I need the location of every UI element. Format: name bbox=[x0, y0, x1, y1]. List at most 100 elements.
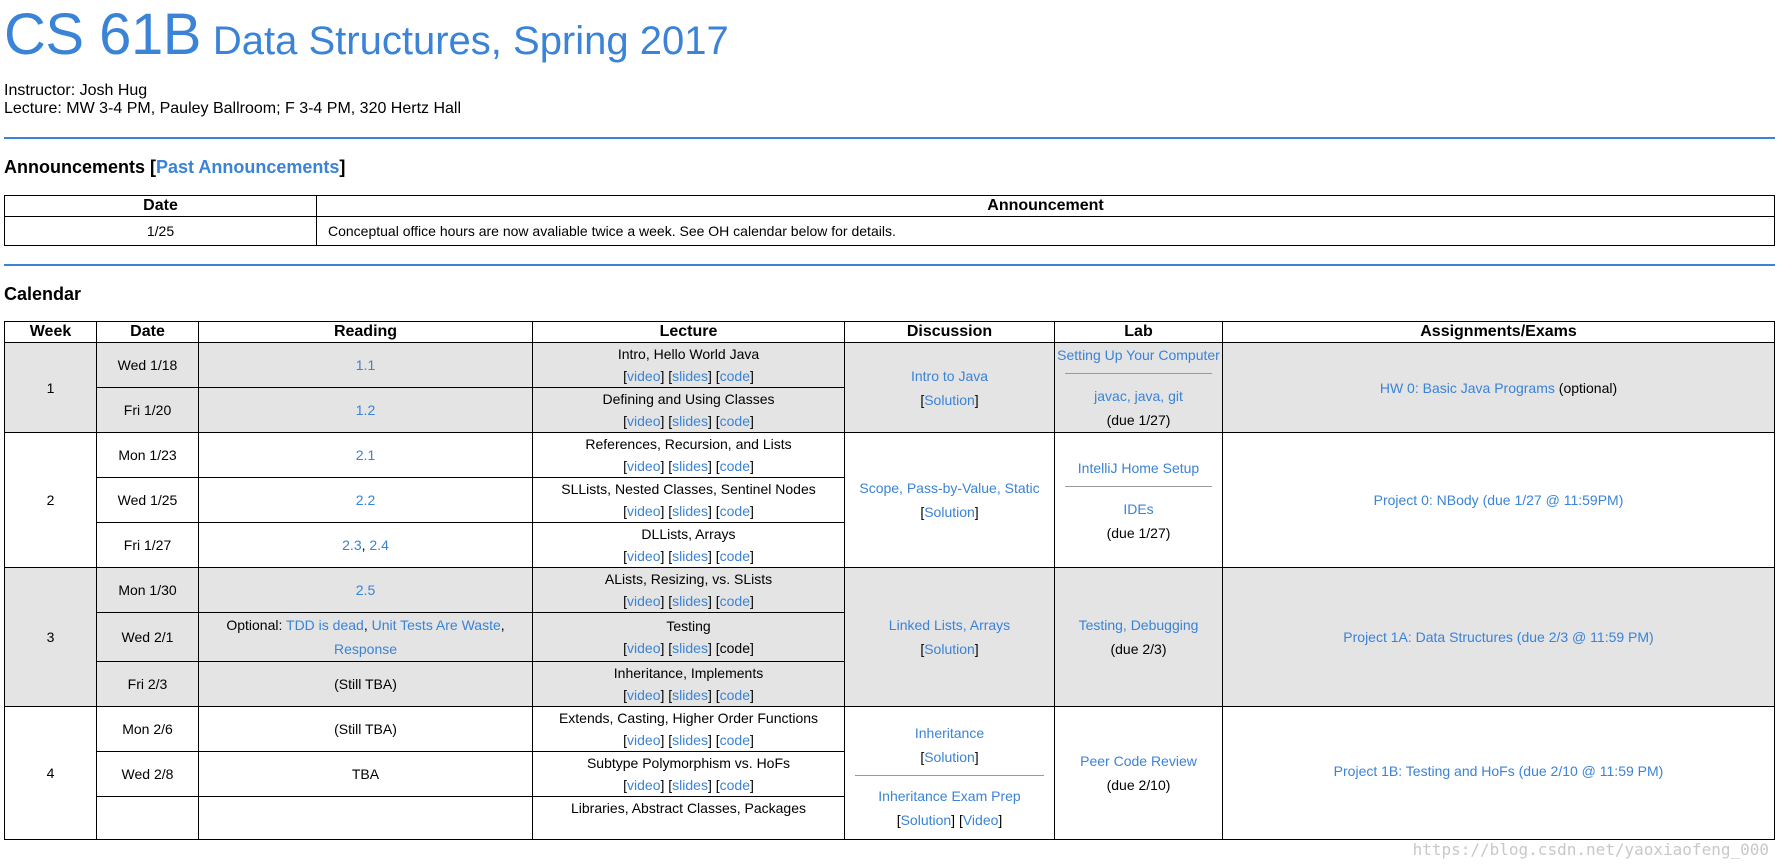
row-date: Wed 2/8 bbox=[96, 751, 199, 797]
row-date: Wed 1/18 bbox=[96, 342, 199, 388]
announcements-heading: Announcements [Past Announcements] bbox=[4, 157, 346, 177]
week-number: 1 bbox=[4, 342, 97, 433]
slides-link[interactable]: slides bbox=[672, 368, 708, 384]
lecture-cell: Libraries, Abstract Classes, Packages bbox=[532, 796, 845, 840]
announcement-date: 1/25 bbox=[4, 216, 317, 246]
row-date: Fri 1/27 bbox=[96, 522, 199, 568]
slides-link[interactable]: slides bbox=[672, 548, 708, 564]
row-date: Mon 2/6 bbox=[96, 706, 199, 752]
assignment-link[interactable]: Project 1A: Data Structures (due 2/3 @ 1… bbox=[1343, 629, 1653, 645]
lecture-cell: DLLists, Arrays [video] [slides] [code] bbox=[532, 522, 845, 568]
code-link[interactable]: code bbox=[720, 777, 750, 793]
solution-link[interactable]: Solution bbox=[924, 392, 975, 408]
slides-link[interactable]: slides bbox=[672, 593, 708, 609]
lab-link[interactable]: Setting Up Your Computer bbox=[1057, 347, 1220, 363]
row-date bbox=[96, 796, 199, 840]
lab-link[interactable]: javac, java, git bbox=[1094, 388, 1183, 404]
reading-cell: 1.2 bbox=[198, 387, 533, 433]
video-link[interactable]: video bbox=[627, 548, 660, 564]
table-row: 2 Mon 1/23 2.1 References, Recursion, an… bbox=[4, 432, 1775, 568]
reading-cell bbox=[198, 796, 533, 840]
cell-divider bbox=[1065, 485, 1212, 487]
slides-link[interactable]: slides bbox=[672, 640, 708, 656]
code-link[interactable]: code bbox=[720, 687, 750, 703]
discussion-cell: Intro to Java [Solution] bbox=[844, 342, 1055, 433]
code-link[interactable]: code bbox=[720, 548, 750, 564]
lecture-cell: SLLists, Nested Classes, Sentinel Nodes … bbox=[532, 477, 845, 523]
code-link[interactable]: code bbox=[720, 503, 750, 519]
reading-link[interactable]: 2.1 bbox=[356, 447, 375, 463]
page-title: CS 61B Data Structures, Spring 2017 bbox=[4, 0, 1775, 64]
assignment-link[interactable]: HW 0: Basic Java Programs bbox=[1380, 380, 1555, 396]
column-header-date: Date bbox=[4, 195, 317, 217]
solution-link[interactable]: Solution bbox=[924, 641, 975, 657]
column-header-lab: Lab bbox=[1054, 321, 1223, 343]
solution-link[interactable]: Solution bbox=[901, 812, 952, 828]
slides-link[interactable]: slides bbox=[672, 413, 708, 429]
discussion-link[interactable]: Inheritance bbox=[915, 725, 984, 741]
week-number: 2 bbox=[4, 432, 97, 568]
row-date: Mon 1/30 bbox=[96, 567, 199, 613]
slides-link[interactable]: slides bbox=[672, 458, 708, 474]
reading-cell: TBA bbox=[198, 751, 533, 797]
code-link[interactable]: code bbox=[720, 368, 750, 384]
lecture-title: Subtype Polymorphism vs. HoFs bbox=[586, 755, 791, 771]
discussion-link[interactable]: Intro to Java bbox=[911, 368, 988, 384]
code-link[interactable]: code bbox=[720, 458, 750, 474]
video-link[interactable]: video bbox=[627, 503, 660, 519]
assignment-link[interactable]: Project 1B: Testing and HoFs (due 2/10 @… bbox=[1334, 763, 1664, 779]
assignment-link[interactable]: Project 0: NBody (due 1/27 @ 11:59PM) bbox=[1374, 492, 1624, 508]
reading-cell: 1.1 bbox=[198, 342, 533, 388]
discussion-cell: Linked Lists, Arrays [Solution] bbox=[844, 567, 1055, 707]
lecture-title: Extends, Casting, Higher Order Functions bbox=[558, 710, 819, 726]
video-link[interactable]: Video bbox=[963, 812, 999, 828]
lab-due: (due 1/27) bbox=[1106, 412, 1171, 428]
reading-link[interactable]: 2.3 bbox=[342, 537, 361, 553]
slides-link[interactable]: slides bbox=[672, 503, 708, 519]
reading-link[interactable]: 1.1 bbox=[356, 357, 375, 373]
solution-link[interactable]: Solution bbox=[924, 749, 975, 765]
reading-link[interactable]: Unit Tests Are Waste bbox=[372, 617, 501, 633]
code-link[interactable]: code bbox=[720, 593, 750, 609]
reading-link[interactable]: 1.2 bbox=[356, 402, 375, 418]
reading-link[interactable]: TDD is dead bbox=[286, 617, 364, 633]
reading-link[interactable]: Response bbox=[334, 641, 397, 657]
reading-link[interactable]: 2.2 bbox=[356, 492, 375, 508]
watermark: https://blog.csdn.net/yaoxiaofeng_000 bbox=[1412, 840, 1769, 859]
video-link[interactable]: video bbox=[627, 732, 660, 748]
cell-divider bbox=[1065, 373, 1212, 374]
lab-due: (due 1/27) bbox=[1106, 524, 1171, 541]
calendar-heading: Calendar bbox=[4, 284, 82, 304]
video-link[interactable]: video bbox=[627, 368, 660, 384]
video-link[interactable]: video bbox=[627, 413, 660, 429]
slides-link[interactable]: slides bbox=[672, 777, 708, 793]
video-link[interactable]: video bbox=[627, 640, 660, 656]
lab-link[interactable]: IntelliJ Home Setup bbox=[1078, 460, 1199, 476]
reading-cell: (Still TBA) bbox=[198, 661, 533, 707]
past-announcements-link[interactable]: Past Announcements bbox=[156, 157, 339, 177]
solution-link[interactable]: Solution bbox=[924, 504, 975, 520]
instructor-text: Instructor: Josh Hug bbox=[4, 82, 148, 99]
video-link[interactable]: video bbox=[627, 687, 660, 703]
discussion-link[interactable]: Linked Lists, Arrays bbox=[889, 617, 1010, 633]
video-link[interactable]: video bbox=[627, 593, 660, 609]
code-link[interactable]: code bbox=[720, 413, 750, 429]
lecture-cell: Defining and Using Classes [video] [slid… bbox=[532, 387, 845, 433]
lab-link[interactable]: Peer Code Review bbox=[1080, 753, 1197, 769]
slides-link[interactable]: slides bbox=[672, 732, 708, 748]
discussion-link[interactable]: Scope, Pass-by-Value, Static bbox=[859, 480, 1039, 496]
discussion-link[interactable]: Inheritance Exam Prep bbox=[878, 788, 1020, 804]
lecture-title: Testing bbox=[666, 618, 711, 634]
lecture-title: DLLists, Arrays bbox=[641, 526, 736, 542]
video-link[interactable]: video bbox=[627, 777, 660, 793]
lab-link[interactable]: Testing, Debugging bbox=[1079, 617, 1199, 633]
code-link[interactable]: code bbox=[720, 732, 750, 748]
discussion-cell: Inheritance [Solution] Inheritance Exam … bbox=[844, 706, 1055, 840]
slides-link[interactable]: slides bbox=[672, 687, 708, 703]
lab-cell: Testing, Debugging (due 2/3) bbox=[1054, 567, 1223, 707]
reading-link[interactable]: 2.5 bbox=[356, 582, 375, 598]
lab-link[interactable]: IDEs bbox=[1123, 501, 1153, 517]
video-link[interactable]: video bbox=[627, 458, 660, 474]
reading-link[interactable]: 2.4 bbox=[369, 537, 388, 553]
reading-cell: (Still TBA) bbox=[198, 706, 533, 752]
